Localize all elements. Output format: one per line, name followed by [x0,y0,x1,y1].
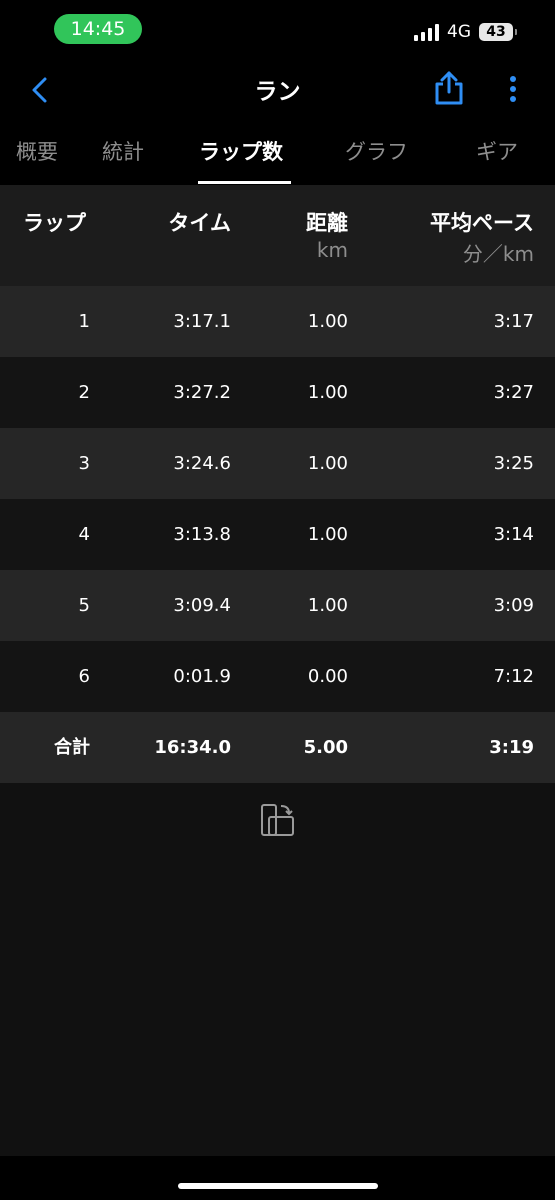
lap-distance: 0.00 [307,666,348,687]
table-row: 5 3:09.4 1.00 3:09 [0,570,555,641]
table-row: 3 3:24.6 1.00 3:25 [0,428,555,499]
total-distance: 5.00 [303,737,348,758]
header-lap: ラップ [23,211,86,235]
active-tab-indicator [198,181,291,184]
lap-distance: 1.00 [307,595,348,616]
lap-distance: 1.00 [307,453,348,474]
lap-pace: 7:12 [493,666,534,687]
rotate-view-button[interactable] [259,802,297,838]
lap-number: 6 [78,666,90,687]
page-title: ラン [254,79,301,105]
lap-pace: 3:25 [493,453,534,474]
more-button[interactable] [500,73,526,105]
share-icon [435,71,463,105]
tab-laps[interactable]: ラップ数 [199,136,283,166]
phone-rotate-icon [261,804,294,836]
tab-stats[interactable]: 統計 [102,136,144,166]
table-row: 4 3:13.8 1.00 3:14 [0,499,555,570]
more-vertical-icon [510,76,516,102]
share-button[interactable] [433,70,465,106]
lap-time: 3:24.6 [173,453,231,474]
header-distance-unit: km [316,238,348,262]
header-area: 14:45 4G 43 ラン 概要 統計 ラップ数 グラフ ギア [0,0,555,185]
status-time: 14:45 [54,14,142,44]
table-row: 1 3:17.1 1.00 3:17 [0,286,555,357]
header-distance: 距離 [306,211,348,235]
lap-time: 3:09.4 [173,595,231,616]
lap-number: 3 [78,453,90,474]
total-pace: 3:19 [489,737,534,758]
total-label: 合計 [54,737,90,758]
table-total-row: 合計 16:34.0 5.00 3:19 [0,712,555,783]
lap-pace: 3:14 [493,524,534,545]
home-indicator[interactable] [178,1183,378,1189]
tab-overview[interactable]: 概要 [16,136,58,166]
lap-number: 5 [78,595,90,616]
lap-number: 4 [78,524,90,545]
status-indicators: 4G 43 [414,20,517,44]
table-row: 6 0:01.9 0.00 7:12 [0,641,555,712]
table-header: ラップ タイム 距離 km 平均ペース 分／km [0,185,555,286]
lap-time: 0:01.9 [173,666,231,687]
tab-graph[interactable]: グラフ [345,136,408,166]
total-time: 16:34.0 [154,737,231,758]
lap-number: 2 [78,382,90,403]
lap-time: 3:27.2 [173,382,231,403]
tab-bar: 概要 統計 ラップ数 グラフ ギア [0,130,555,185]
lap-pace: 3:09 [493,595,534,616]
lap-distance: 1.00 [307,311,348,332]
header-avg-pace-unit: 分／km [462,242,534,266]
lap-time: 3:13.8 [173,524,231,545]
lap-pace: 3:27 [493,382,534,403]
lap-distance: 1.00 [307,524,348,545]
header-time: タイム [168,211,231,235]
network-type: 4G [447,22,471,42]
lap-time: 3:17.1 [173,311,231,332]
table-row: 2 3:27.2 1.00 3:27 [0,357,555,428]
lap-number: 1 [78,311,90,332]
lap-distance: 1.00 [307,382,348,403]
lap-pace: 3:17 [493,311,534,332]
header-avg-pace: 平均ペース [430,211,534,235]
tab-gear[interactable]: ギア [476,136,518,166]
battery-icon: 43 [479,23,517,41]
app-screen: 14:45 4G 43 ラン 概要 統計 ラップ数 グラフ ギア ラップ タイム… [0,0,555,1200]
bottom-safe-area [0,1156,555,1200]
cellular-signal-icon [414,23,439,41]
